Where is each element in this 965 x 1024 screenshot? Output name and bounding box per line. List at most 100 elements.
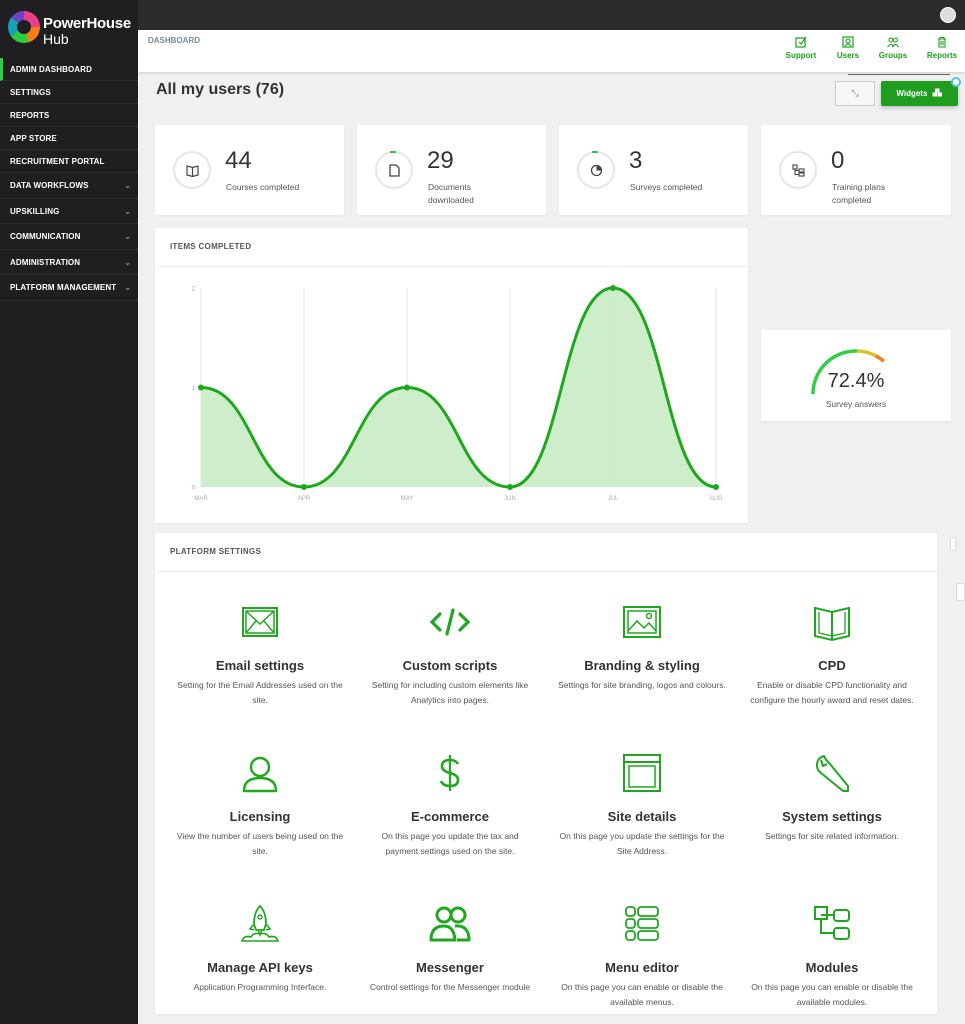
sidebar-item-data-workflows[interactable]: DATA WORKFLOWS ⌄ [0, 173, 138, 199]
tile-title: Messenger [416, 960, 484, 975]
sidebar-item-administration[interactable]: ADMINISTRATION ⌄ [0, 250, 138, 275]
groups-icon [887, 36, 899, 48]
stat-progress-ring [577, 151, 615, 189]
scroll-handle[interactable] [950, 537, 956, 551]
chevron-down-icon: ⌄ [124, 181, 131, 190]
data-point [713, 484, 719, 490]
widgets-button[interactable]: Widgets [881, 81, 958, 106]
sidebar-item-upskilling[interactable]: UPSKILLING ⌄ [0, 199, 138, 224]
tile-email-settings[interactable]: Email settings Setting for the Email Add… [165, 600, 355, 705]
tile-menu-editor[interactable]: Menu editor On this page you can enable … [547, 902, 737, 1007]
brand-logo[interactable]: PowerHouse Hub [8, 10, 138, 52]
stat-value: 44 [225, 147, 252, 174]
tile-custom-scripts[interactable]: Custom scripts Setting for including cus… [355, 600, 545, 705]
sidebar-item-communication[interactable]: COMMUNICATION ⌄ [0, 224, 138, 250]
gauge-arc-segment [863, 350, 868, 355]
support-label: Support [785, 51, 817, 60]
x-tick-label: JUL [608, 496, 619, 502]
stat-value: 3 [629, 147, 643, 174]
sidebar-item-recruitment-portal[interactable]: RECRUITMENT PORTAL [0, 150, 138, 173]
tile-title: Licensing [229, 809, 291, 824]
tile-e-commerce[interactable]: E-commerce On this page you update the t… [355, 751, 545, 856]
items-completed-card: ITEMS COMPLETED 0 1 2 MAR APR MAY JUN JUL AUG [155, 228, 748, 523]
data-point [404, 384, 410, 391]
tile-branding-styling[interactable]: Branding & styling Settings for site bra… [547, 600, 737, 690]
stat-card-courses: 44 Courses completed [155, 125, 344, 215]
sidebar-nav: ADMIN DASHBOARD SETTINGS REPORTS APP STORE R… [0, 58, 138, 301]
cubes-icon [932, 88, 942, 97]
gauge-arc-segment [821, 363, 826, 368]
sidebar-item-app-store[interactable]: APP STORE [0, 127, 138, 150]
gauge-arc-segment [870, 352, 875, 357]
sidebar-item-label: RECRUITMENT PORTAL [10, 157, 105, 166]
x-tick-label: APR [298, 496, 311, 502]
tile-title: Modules [805, 960, 859, 975]
tile-site-details[interactable]: Site details On this page you update the… [547, 751, 737, 856]
stat-progress-ring [779, 151, 817, 189]
tile-description: View the number of users being used on t… [176, 831, 344, 856]
stat-card-training-plans: 0 Training plans completed [761, 125, 951, 215]
sidebar-item-label: REPORTS [10, 111, 50, 120]
sidebar-item-label: SETTINGS [10, 88, 51, 97]
y-tick-label: 1 [192, 386, 196, 392]
x-tick-label: MAY [401, 496, 414, 502]
progress-arc [390, 151, 396, 153]
breadcrumb[interactable]: DASHBOARD [148, 36, 200, 45]
collapse-button[interactable]: ⤡ [835, 81, 875, 106]
tile-cpd[interactable]: CPD Enable or disable CPD functionality … [737, 600, 927, 705]
tile-manage-api-keys[interactable]: Manage API keys Application Programming … [165, 902, 355, 992]
stat-value: 29 [427, 147, 454, 174]
collapse-icon: ⤡ [851, 88, 859, 98]
top-bar [0, 0, 965, 30]
tile-description: On this page you can enable or disable t… [751, 982, 913, 1007]
tile-messenger[interactable]: Messenger Control settings for the Messe… [355, 902, 545, 992]
user-avatar[interactable] [940, 7, 956, 23]
data-point [301, 484, 307, 490]
stat-progress-ring [173, 151, 211, 189]
data-point [610, 285, 616, 291]
tile-title: Manage API keys [207, 960, 313, 975]
notification-dot[interactable] [951, 77, 961, 87]
logo-mark-icon [8, 11, 40, 43]
sidebar-item-label: COMMUNICATION [10, 232, 81, 241]
stat-card-documents: 29 Documents downloaded [357, 125, 546, 215]
groups-button[interactable]: Groups [873, 36, 913, 60]
chevron-down-icon: ⌄ [124, 283, 131, 292]
stat-label: Training plans completed [832, 182, 886, 205]
support-button[interactable]: Support [781, 36, 821, 60]
platform-settings-title: PLATFORM SETTINGS [170, 547, 262, 556]
code-icon [429, 608, 471, 636]
trash-icon [936, 36, 948, 48]
brand-name: PowerHouse [43, 15, 131, 32]
reports-button[interactable]: Reports [922, 36, 962, 60]
tile-description: Setting for including custom elements li… [371, 680, 529, 705]
sidebar-item-reports[interactable]: REPORTS [0, 104, 138, 127]
scroll-handle[interactable] [956, 583, 965, 601]
tile-description: Setting for the Email Addresses used on … [177, 680, 343, 705]
sidebar-item-admin-dashboard[interactable]: ADMIN DASHBOARD [0, 58, 138, 81]
gauge-arc-segment [878, 356, 883, 362]
gauge-arc-segment [819, 365, 824, 370]
sidebar-item-platform-management[interactable]: PLATFORM MANAGEMENT ⌄ [0, 275, 138, 301]
gauge-arc-segment [839, 351, 844, 356]
page-title: All my users (76) [156, 81, 285, 98]
gauge-value: 72.4% [827, 370, 885, 392]
tile-licensing[interactable]: Licensing View the number of users being… [165, 751, 355, 856]
dollar-icon [439, 755, 460, 791]
users-label: Users [836, 51, 860, 60]
page-header: DASHBOARD Support Users Groups Reports [138, 30, 965, 72]
tile-modules[interactable]: Modules On this page you can enable or d… [737, 902, 927, 1007]
tile-title: Custom scripts [402, 658, 498, 673]
sidebar-item-settings[interactable]: SETTINGS [0, 81, 138, 104]
data-point [507, 484, 513, 490]
gauge-arc-segment [834, 353, 839, 358]
gauge-arc-segment [837, 352, 841, 357]
stat-value: 0 [831, 147, 845, 174]
gauge-arc-segment [844, 350, 848, 355]
users-button[interactable]: Users [828, 36, 868, 60]
brand-subname: Hub [43, 31, 69, 47]
tile-system-settings[interactable]: System settings Settings for site relate… [737, 751, 927, 841]
tile-title: System settings [782, 809, 882, 824]
divider [155, 571, 937, 572]
gauge-arc-segment [824, 360, 829, 365]
